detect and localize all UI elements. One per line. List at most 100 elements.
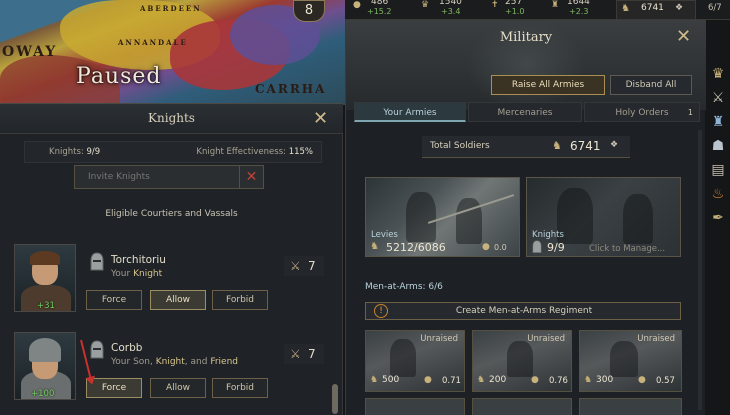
relation-prefix: Your Son, [111, 357, 153, 367]
regiment-card[interactable]: Unraised ♞ 300 ● 0.57 [579, 330, 682, 392]
regiment-card-partial[interactable] [579, 398, 682, 415]
paused-label: Paused [76, 64, 162, 89]
regiment-card[interactable]: Unraised ♞ 500 ● 0.71 [365, 330, 465, 392]
regiment-upkeep: 0.71 [442, 376, 461, 386]
world-map[interactable]: OWAY ANNANDALE CARRHA ABERDEEN Paused 8 [0, 0, 345, 105]
coin-icon: ● [424, 375, 432, 385]
knight-row: +100 Corbb Your Son, Knight, and Friend … [14, 332, 324, 410]
invite-knights-search: ✕ [74, 165, 264, 189]
allow-button[interactable]: Allow [150, 378, 206, 398]
soldier-icon: ♞ [552, 139, 562, 152]
map-label: ABERDEEN [140, 4, 202, 13]
portrait-helm [29, 338, 61, 362]
knight-figure [623, 194, 653, 244]
resource-delta: +1.0 [505, 7, 525, 16]
regiment-card-partial[interactable] [472, 398, 572, 415]
resource-value: 1540 [439, 0, 462, 7]
skill-badge: +100 [31, 389, 55, 399]
knights-count-label: Knights: [49, 147, 84, 157]
scrollbar-thumb[interactable] [332, 384, 338, 414]
resource-value: 257 [505, 0, 523, 7]
knights-header: Knights ✕ [0, 104, 343, 134]
create-regiment-button[interactable]: ! Create Men-at-Arms Regiment [365, 302, 681, 320]
knight-name[interactable]: Corbb [111, 342, 142, 354]
soldier-icon: ♞ [477, 375, 486, 385]
crown-icon[interactable]: ♛ [708, 64, 728, 84]
coin-icon: ● [638, 375, 646, 385]
resource-value: 486 [371, 0, 389, 7]
tab-label: Holy Orders [615, 108, 669, 118]
gold-icon: ● [353, 0, 361, 10]
forbid-button[interactable]: Forbid [212, 378, 268, 398]
disband-all-button[interactable]: Disband All [610, 75, 692, 95]
side-toolbar: ♛ ⚔ ♜ ☗ ▤ ♨ ✒ [706, 60, 730, 260]
resource-delta: +3.4 [441, 7, 461, 16]
regiment-card-partial[interactable] [365, 398, 465, 415]
faith-icon[interactable]: ♨ [708, 184, 728, 204]
character-portrait[interactable]: +31 [14, 244, 76, 312]
eligible-heading: Eligible Courtiers and Vassals [105, 209, 238, 219]
clear-icon[interactable]: ✕ [239, 166, 263, 188]
tower-icon[interactable]: ♜ [708, 112, 728, 132]
regiment-size: 200 [489, 375, 507, 385]
tab-mercenaries[interactable]: Mercenaries [468, 102, 582, 122]
regiment-figure [390, 339, 416, 377]
helmet-icon [90, 340, 104, 359]
levies-card[interactable]: Levies ♞ 5212/6086 ● 0.0 [365, 177, 520, 257]
renown-icon: ♜ [551, 0, 560, 10]
levy-figure [406, 192, 436, 242]
regiment-figure [507, 341, 533, 377]
force-button[interactable]: Force [86, 290, 142, 310]
invite-knights-input[interactable] [76, 167, 236, 187]
tab-holy-orders[interactable]: Holy Orders 1 [584, 102, 700, 122]
levies-label: Levies [371, 230, 398, 240]
knight-relation: Your Son, Knight, and Friend [111, 357, 238, 367]
knight-effectiveness: Knight Effectiveness: 115% [196, 147, 313, 157]
relation-highlight-2: Friend [210, 357, 239, 367]
relation-highlight: Knight [133, 269, 163, 279]
portrait-hair [30, 251, 60, 265]
map-label: CARRHA [255, 82, 327, 96]
close-icon[interactable]: ✕ [676, 28, 691, 46]
resource-delta: +2.3 [569, 7, 589, 16]
soldiers-counter[interactable]: ♞ 6741 ❖ [616, 0, 696, 20]
close-icon[interactable]: ✕ [313, 110, 328, 128]
skill-badge: +31 [37, 301, 55, 311]
scrollbar[interactable] [698, 130, 702, 410]
knights-count: Knights: 9/9 [49, 147, 100, 157]
prowess-stat: ⚔ 7 [284, 344, 324, 364]
forbid-button[interactable]: Forbid [212, 290, 268, 310]
regiment-size: 300 [596, 375, 614, 385]
panel-title: Military [499, 30, 553, 45]
scheme-icon[interactable]: ✒ [708, 208, 728, 228]
diamond-icon: ❖ [610, 140, 619, 150]
tab-your-armies[interactable]: Your Armies [354, 102, 466, 122]
knights-card[interactable]: Knights 9/9 Click to Manage... [526, 177, 681, 257]
map-notification-badge[interactable]: 8 [293, 0, 325, 22]
knight-name[interactable]: Torchitoriu [111, 254, 166, 266]
resource-renown[interactable]: ♜ 1644 +2.3 [551, 0, 611, 20]
regiment-figure [610, 341, 638, 377]
allow-button[interactable]: Allow [150, 290, 206, 310]
prestige-icon: ♛ [421, 0, 430, 10]
knights-card-label: Knights [532, 230, 564, 240]
resource-gold[interactable]: ● 486 +15.2 [353, 0, 413, 20]
knight-effectiveness-label: Knight Effectiveness: [196, 147, 286, 157]
coin-icon: ● [531, 375, 539, 385]
tab-count-badge: 1 [687, 108, 693, 117]
relation-suffix: , and [184, 357, 208, 367]
military-tabs: Your Armies Mercenaries Holy Orders 1 [354, 102, 700, 122]
laws-icon[interactable]: ▤ [708, 160, 728, 180]
soldier-icon: ♞ [370, 241, 379, 252]
prowess-stat: ⚔ 7 [284, 256, 324, 276]
resource-piety[interactable]: ✝ 257 +1.0 [491, 0, 551, 20]
regiment-card[interactable]: Unraised ♞ 200 ● 0.76 [472, 330, 572, 392]
raise-all-armies-button[interactable]: Raise All Armies [491, 75, 605, 95]
council-icon[interactable]: ☗ [708, 136, 728, 156]
crossed-swords-icon[interactable]: ⚔ [708, 88, 728, 108]
total-soldiers: Total Soldiers ♞ 6741 ❖ [422, 136, 630, 158]
knight-effectiveness-value: 115% [288, 147, 313, 157]
character-portrait[interactable]: +100 [14, 332, 76, 400]
diamond-icon: ❖ [675, 3, 684, 13]
resource-prestige[interactable]: ♛ 1540 +3.4 [421, 0, 481, 20]
